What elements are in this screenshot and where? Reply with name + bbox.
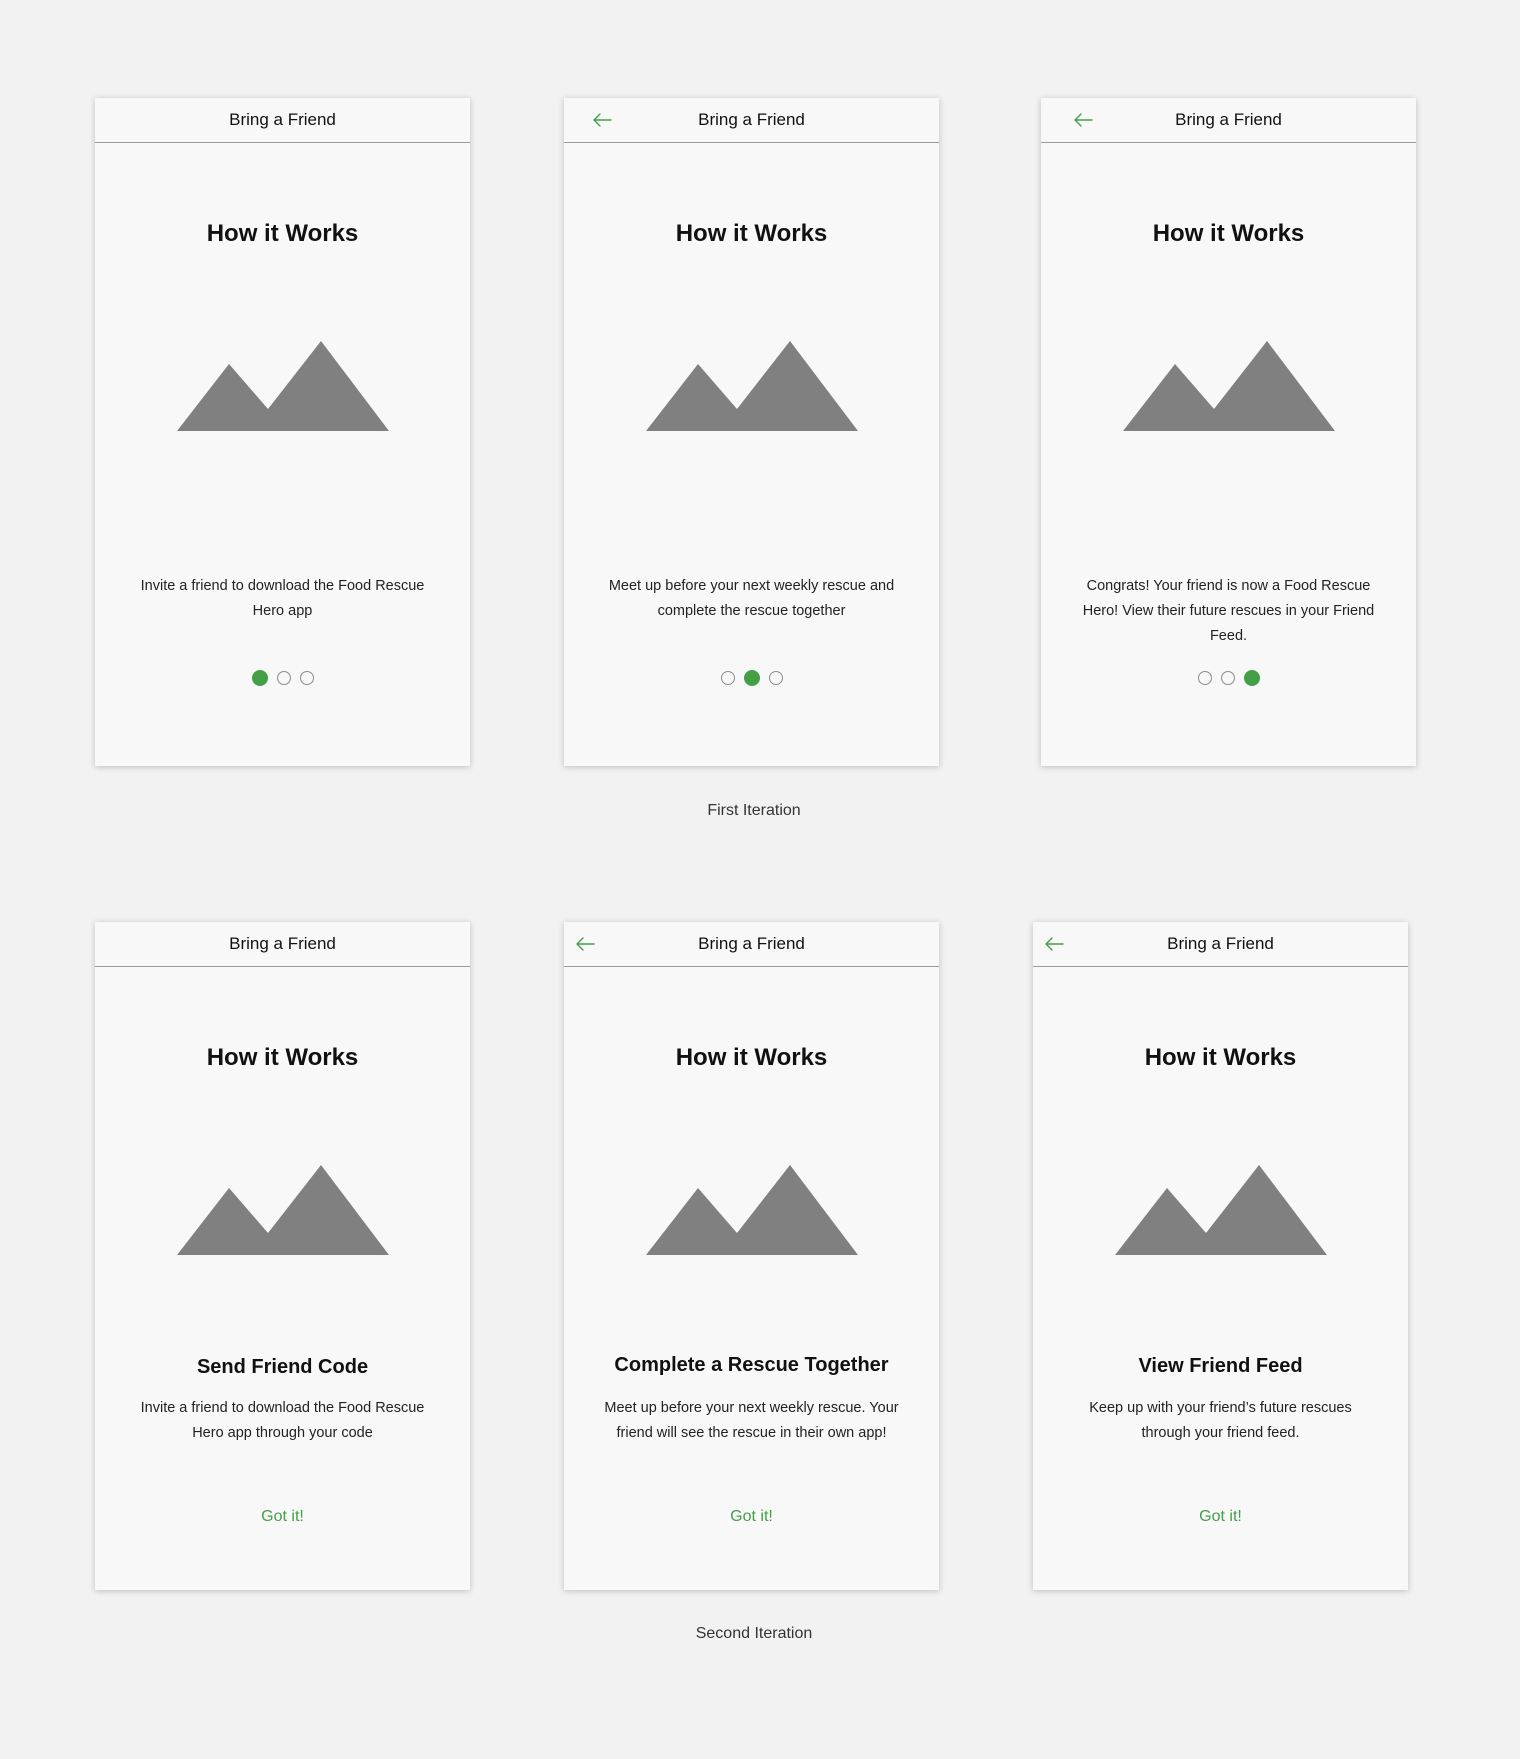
onboarding-screen-1: Bring a Friend How it Works Invite a fri…: [95, 98, 470, 766]
got-it-button[interactable]: Got it!: [564, 1508, 939, 1526]
page-title: How it Works: [206, 220, 359, 247]
page-title: How it Works: [1152, 220, 1305, 247]
got-it-button[interactable]: Got it!: [95, 1508, 470, 1526]
page-title: How it Works: [675, 1044, 828, 1071]
page-dot-active[interactable]: [1243, 670, 1260, 686]
nav-title: Bring a Friend: [1167, 934, 1274, 953]
step-description: Keep up with your friend’s future rescue…: [1089, 1400, 1352, 1441]
page-dot[interactable]: [768, 671, 783, 685]
onboarding-screen-3: Bring a Friend How it Works Congrats! Yo…: [1041, 98, 1416, 766]
page-indicator: [95, 670, 470, 691]
nav-bar: Bring a Friend: [1033, 922, 1408, 967]
onboarding-screen-2: Bring a Friend How it Works Meet up befo…: [564, 98, 939, 766]
section-caption: First Iteration: [707, 802, 801, 819]
nav-bar: Bring a Friend: [95, 922, 470, 967]
page-title: How it Works: [675, 220, 828, 247]
step-title: View Friend Feed: [1138, 1355, 1303, 1377]
mountain-placeholder-icon: [177, 1165, 389, 1255]
page-dot[interactable]: [299, 671, 314, 685]
step-description: Invite a friend to download the Food Res…: [140, 1400, 425, 1441]
page-title: How it Works: [206, 1044, 359, 1071]
onboarding-screen-send-code: Bring a Friend How it Works Send Friend …: [95, 922, 470, 1590]
page-dot-active[interactable]: [743, 670, 760, 686]
step-description: Meet up before your next weekly rescue. …: [604, 1400, 899, 1441]
got-it-button[interactable]: Got it!: [1033, 1508, 1408, 1526]
page-dot[interactable]: [720, 671, 735, 685]
page-dot[interactable]: [1220, 671, 1235, 685]
page-dot[interactable]: [276, 671, 291, 685]
step-description: Invite a friend to download the Food Res…: [140, 578, 425, 619]
mountain-placeholder-icon: [177, 341, 389, 431]
section-caption: Second Iteration: [695, 1625, 813, 1642]
nav-bar: Bring a Friend: [564, 922, 939, 967]
step-description: Congrats! Your friend is now a Food Resc…: [1082, 578, 1375, 644]
nav-title: Bring a Friend: [698, 934, 805, 953]
page-title: How it Works: [1144, 1044, 1297, 1071]
onboarding-screen-complete-rescue: Bring a Friend How it Works Complete a R…: [564, 922, 939, 1590]
nav-title: Bring a Friend: [229, 110, 336, 129]
page-indicator: [564, 670, 939, 691]
step-description: Meet up before your next weekly rescue a…: [608, 578, 895, 619]
page-dot-active[interactable]: [251, 670, 268, 686]
nav-bar: Bring a Friend: [564, 98, 939, 143]
mountain-placeholder-icon: [1115, 1165, 1327, 1255]
mountain-placeholder-icon: [646, 341, 858, 431]
page-dot[interactable]: [1197, 671, 1212, 685]
step-title: Complete a Rescue Together: [614, 1354, 889, 1376]
nav-title: Bring a Friend: [1175, 110, 1282, 129]
mountain-placeholder-icon: [646, 1165, 858, 1255]
nav-bar: Bring a Friend: [95, 98, 470, 143]
mountain-placeholder-icon: [1123, 341, 1335, 431]
step-title: Send Friend Code: [196, 1356, 369, 1378]
nav-title: Bring a Friend: [229, 934, 336, 953]
nav-bar: Bring a Friend: [1041, 98, 1416, 143]
onboarding-screen-friend-feed: Bring a Friend How it Works View Friend …: [1033, 922, 1408, 1590]
page-indicator: [1041, 670, 1416, 691]
nav-title: Bring a Friend: [698, 110, 805, 129]
